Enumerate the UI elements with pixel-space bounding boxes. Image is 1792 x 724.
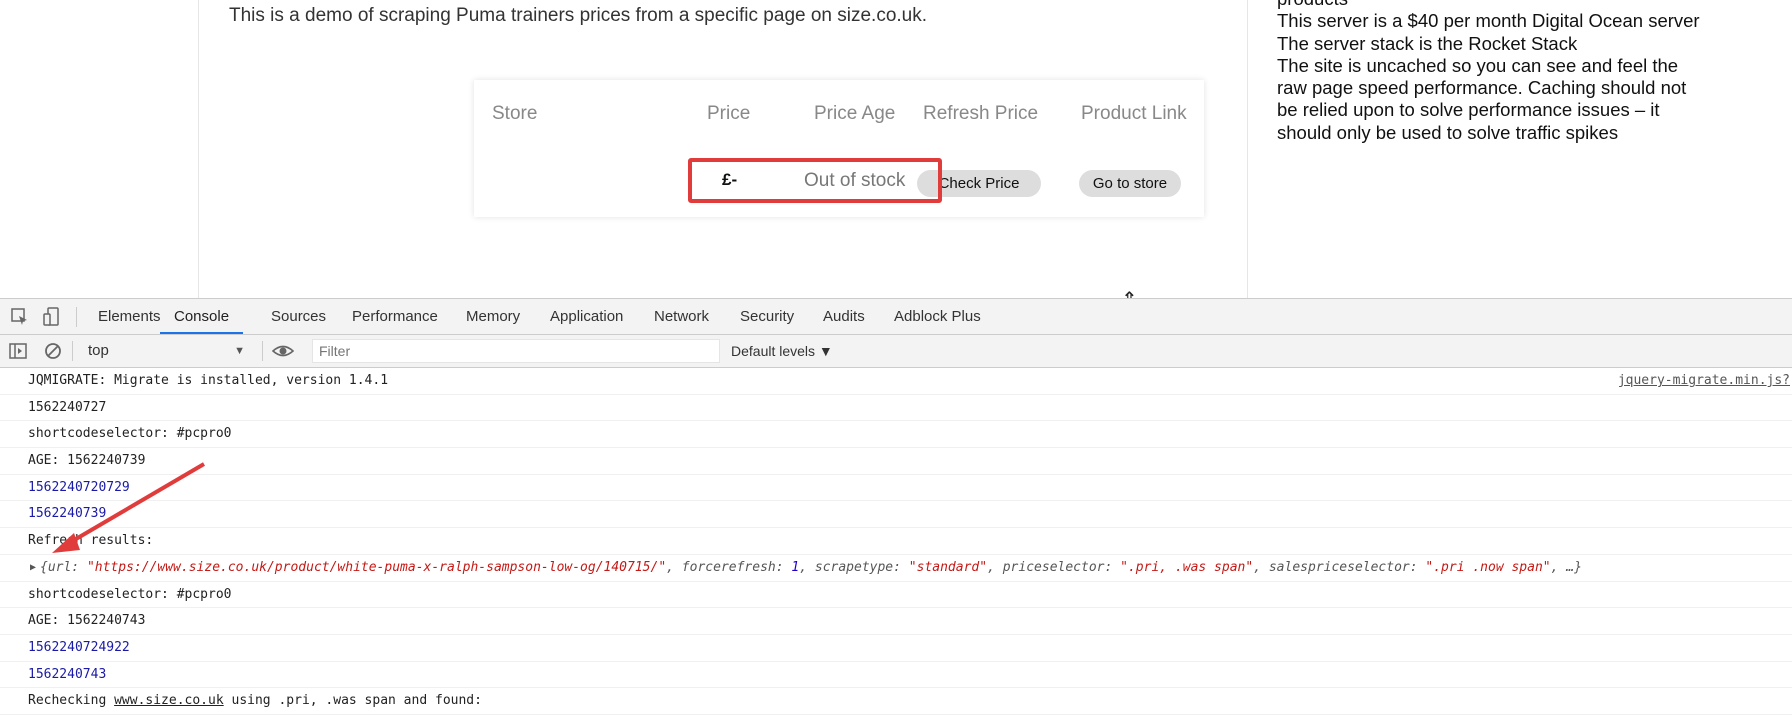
tab-memory[interactable]: Memory: [466, 299, 520, 334]
console-object-row[interactable]: ▶ {url: "https://www.size.co.uk/product/…: [0, 555, 1792, 582]
console-link[interactable]: www.size.co.uk: [114, 693, 224, 708]
toolbar-divider: [262, 341, 263, 361]
sidebar-line: The site is uncached so you can see and …: [1277, 54, 1687, 143]
web-page-viewport: This is a demo of scraping Puma trainers…: [0, 0, 1792, 298]
object-text: , …}: [1550, 559, 1582, 575]
console-message: shortcodeselector: #pcpro0: [0, 421, 1792, 449]
object-string-value: ".pri .now span": [1425, 559, 1551, 575]
inspect-element-icon[interactable]: [10, 307, 30, 327]
console-message: AGE: 1562240739: [0, 448, 1792, 475]
header-price: Price: [707, 103, 751, 124]
clear-console-icon[interactable]: [43, 341, 63, 361]
message-text: Rechecking: [28, 693, 115, 709]
toolbar-divider: [76, 307, 77, 327]
console-output: JQMIGRATE: Migrate is installed, version…: [0, 368, 1792, 724]
expand-triangle-icon[interactable]: ▶: [30, 555, 36, 581]
sidebar-info: products This server is a $40 per month …: [1277, 0, 1707, 144]
message-text: JQMIGRATE: Migrate is installed, version…: [28, 373, 389, 388]
devtools-tab-bar: Elements Console Sources Performance Mem…: [0, 299, 1792, 335]
object-text: {url:: [40, 559, 87, 575]
object-text: , salespriceselector:: [1253, 559, 1426, 575]
header-refresh-price: Refresh Price: [923, 103, 1039, 124]
tab-console[interactable]: Console: [160, 299, 244, 334]
devtools-panel: Elements Console Sources Performance Mem…: [0, 298, 1792, 724]
context-selector[interactable]: top ▼: [80, 340, 255, 362]
console-message: 1562240739: [0, 501, 1792, 529]
object-string-value: "https://www.size.co.uk/product/white-pu…: [86, 559, 667, 575]
object-text: , forcerefresh:: [666, 559, 792, 575]
dropdown-arrow-icon: ▼: [234, 345, 245, 357]
sidebar-toggle-icon[interactable]: [8, 341, 28, 361]
console-message: AGE: 1562240743: [0, 608, 1792, 635]
tab-application[interactable]: Application: [550, 299, 623, 334]
tab-security[interactable]: Security: [740, 299, 794, 334]
header-product-link: Product Link: [1081, 103, 1187, 124]
console-message: JQMIGRATE: Migrate is installed, version…: [0, 368, 1792, 395]
tab-performance[interactable]: Performance: [352, 299, 438, 334]
eye-icon[interactable]: [272, 341, 294, 361]
sidebar-line: products: [1277, 0, 1707, 10]
toolbar-divider: [72, 341, 73, 361]
tab-elements[interactable]: Elements: [98, 299, 161, 334]
tab-sources[interactable]: Sources: [271, 299, 326, 334]
console-message: 1562240727: [0, 395, 1792, 422]
object-text: , scrapetype:: [799, 559, 909, 575]
context-value: top: [88, 342, 109, 359]
main-content-column: This is a demo of scraping Puma trainers…: [198, 0, 1248, 298]
object-string-value: "standard": [908, 559, 988, 575]
console-message: 1562240724922: [0, 635, 1792, 662]
object-text: , priceselector:: [987, 559, 1121, 575]
console-message: Refresh results:: [0, 528, 1792, 555]
console-message: 1562240743: [0, 662, 1792, 689]
tab-audits[interactable]: Audits: [823, 299, 865, 334]
annotation-highlight-box: [688, 158, 942, 203]
resize-cursor-icon: ⇕: [1121, 287, 1138, 298]
console-message: shortcodeselector: #pcpro0: [0, 582, 1792, 609]
sidebar-line: This server is a $40 per month Digital O…: [1277, 10, 1700, 32]
sidebar-line: The server stack is the Rocket Stack: [1277, 32, 1578, 54]
header-store: Store: [492, 103, 538, 124]
tab-network[interactable]: Network: [654, 299, 709, 334]
go-to-store-button[interactable]: Go to store: [1079, 170, 1181, 197]
intro-text: This is a demo of scraping Puma trainers…: [229, 5, 928, 26]
device-toolbar-icon[interactable]: [42, 307, 62, 327]
tab-adblock-plus[interactable]: Adblock Plus: [894, 299, 981, 334]
log-levels-dropdown[interactable]: Default levels ▼: [731, 335, 833, 367]
object-string-value: ".pri, .was span": [1120, 559, 1254, 575]
console-filter-input[interactable]: [312, 339, 720, 363]
header-price-age: Price Age: [814, 103, 896, 124]
message-text: using .pri, .was span and found:: [223, 693, 482, 709]
source-link[interactable]: jquery-migrate.min.js?: [1618, 368, 1790, 394]
console-message: Rechecking www.size.co.uk using .pri, .w…: [0, 688, 1792, 715]
console-message: 1562240720729: [0, 475, 1792, 502]
console-toolbar: top ▼ Default levels ▼: [0, 335, 1792, 368]
